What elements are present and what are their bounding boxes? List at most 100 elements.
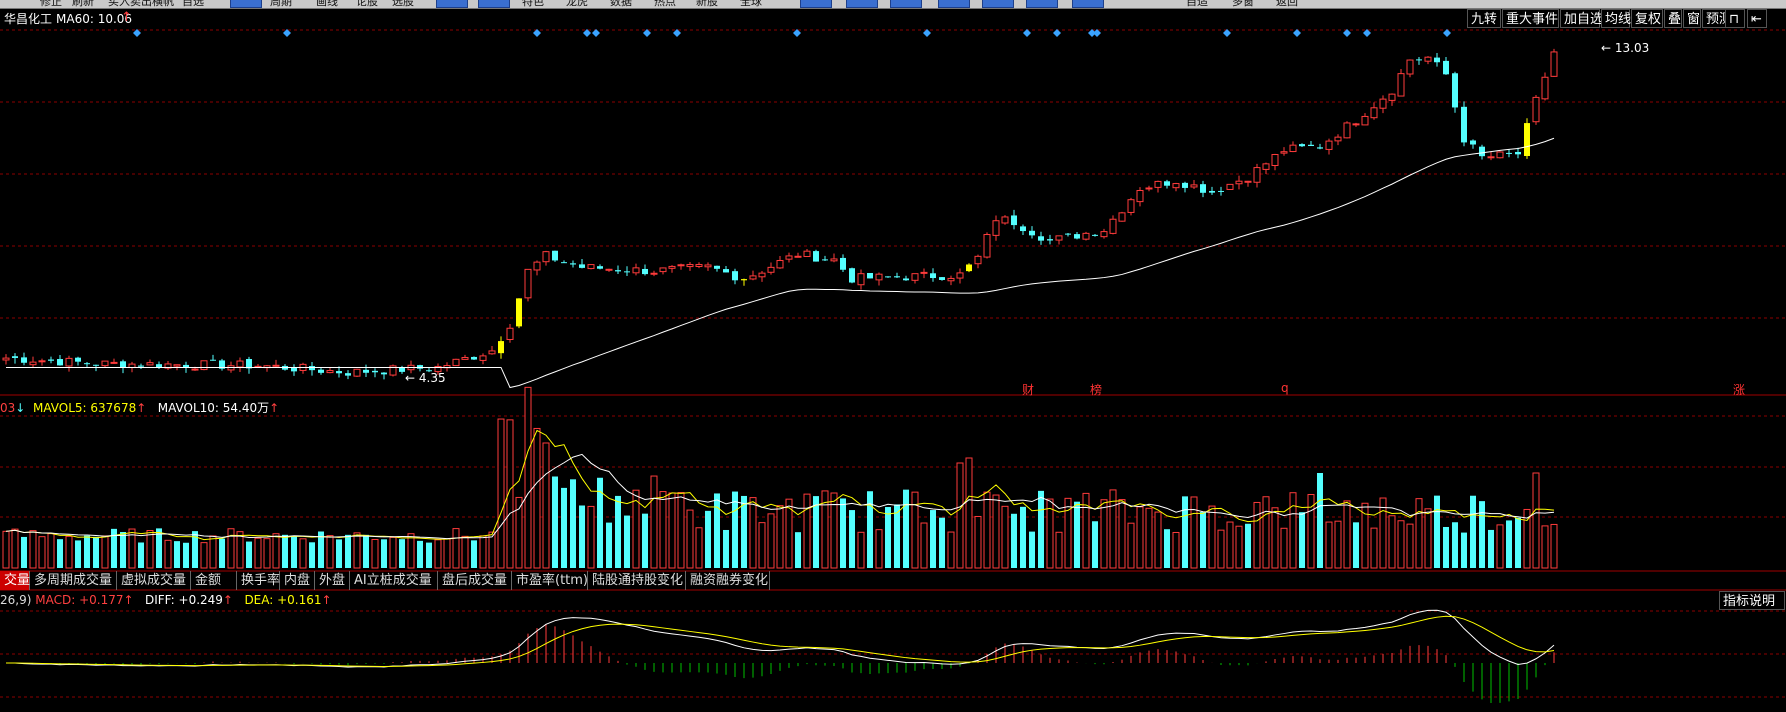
volume-bar (246, 541, 252, 568)
volume-bar (659, 491, 667, 569)
indicator-tab[interactable]: 外盘 (315, 571, 350, 590)
right-toolbar-button[interactable]: 加自选 (1560, 9, 1603, 28)
volume-bar (434, 539, 442, 569)
candle-body (488, 350, 496, 355)
candle-body (1280, 151, 1288, 154)
candle-body (1145, 187, 1153, 190)
event-marker-q[interactable]: q (1281, 381, 1289, 395)
candle-body (741, 279, 747, 281)
volume-bar (1541, 525, 1549, 569)
volume-bar (911, 491, 919, 569)
volume-bar (353, 532, 361, 569)
event-diamond-icon (1293, 29, 1301, 37)
volume-bar (956, 462, 964, 569)
low-price-label: ← 4.35 (405, 371, 446, 385)
volume-bar (1001, 505, 1009, 569)
volume-bar (1353, 522, 1359, 568)
lock-icon[interactable]: ⊓ (1725, 9, 1745, 28)
right-toolbar-button[interactable]: 窗 (1683, 9, 1701, 28)
indicator-tab[interactable]: 融资融券变化 (686, 571, 770, 590)
indicator-tab[interactable]: 虚拟成交量 (117, 571, 191, 590)
candle-body (624, 271, 630, 273)
volume-bar (695, 527, 703, 569)
volume-bar (795, 532, 801, 568)
candle-body (813, 251, 819, 262)
candle-body (506, 327, 514, 341)
volume-bar (219, 538, 225, 568)
volume-bar (587, 505, 595, 569)
volume-bar (299, 538, 307, 569)
volume-bar (939, 517, 945, 568)
indicator-tab[interactable]: AI立桩成交量 (350, 571, 438, 590)
candle-body (840, 257, 846, 270)
event-marker-ranking[interactable]: 榜 (1090, 381, 1102, 398)
indicator-tab[interactable]: 内盘 (280, 571, 315, 590)
indicator-tab[interactable]: 市盈率(ttm) (512, 571, 588, 590)
candle-body (84, 363, 90, 365)
right-toolbar-button[interactable]: 均线 (1601, 9, 1631, 28)
candle-body (695, 264, 703, 267)
volume-bar (533, 427, 541, 569)
indicator-tab[interactable]: 多周期成交量 (30, 571, 117, 590)
mavol5-label: MAVOL5: 637678 (32, 401, 137, 415)
right-toolbar-button[interactable]: 九转 (1467, 9, 1501, 28)
candle-body (1092, 234, 1098, 236)
candle-body (1397, 73, 1405, 97)
volume-bar (1145, 507, 1153, 569)
diff-line (5, 609, 1555, 668)
indicator-tab[interactable]: 交量 (0, 571, 30, 590)
volume-bar (1325, 521, 1333, 569)
indicator-tab[interactable]: 陆股通持股变化 (588, 571, 686, 590)
candle-body (146, 362, 154, 366)
volume-bar (776, 505, 784, 569)
volume-bar (767, 513, 775, 569)
volume-bar (1262, 496, 1270, 569)
volume-bar (1470, 495, 1476, 568)
indicator-tab[interactable]: 换手率 (237, 571, 280, 590)
right-toolbar-button[interactable]: 重大事件 (1502, 9, 1559, 28)
volume-prefix: 03 (0, 401, 16, 415)
indicator-tab[interactable]: 盘后成交量 (438, 571, 512, 590)
right-toolbar-button[interactable]: 复权 (1631, 9, 1663, 28)
volume-bar (885, 507, 891, 568)
candle-body (1055, 235, 1063, 241)
volume-bar (1020, 506, 1026, 568)
candle-body (1262, 163, 1270, 170)
volume-bar (615, 495, 621, 568)
event-marker-finance[interactable]: 财 (1022, 381, 1034, 398)
event-diamond-icon (1023, 29, 1031, 37)
candle-body (732, 271, 738, 281)
indicator-help-button[interactable]: 指标说明 (1719, 591, 1785, 610)
candle-body (524, 268, 532, 299)
right-toolbar-button[interactable]: 叠 (1664, 9, 1682, 28)
stock-name: 华昌化工 (4, 12, 53, 26)
macd-legend: 26,9) MACD: +0.177↑ DIFF: +0.249↑ DEA: +… (0, 593, 332, 607)
volume-bar (875, 529, 883, 569)
indicator-tab[interactable]: 金额 (191, 571, 237, 590)
event-marker-limit-up[interactable]: 涨 (1733, 381, 1745, 398)
volume-bar (1343, 500, 1351, 569)
candle-body (318, 369, 324, 373)
collapse-icon[interactable]: ⇤ (1747, 9, 1767, 28)
volume-bar (992, 494, 1000, 569)
candle-body (642, 268, 648, 275)
volume-bar (983, 491, 991, 569)
volume-bar (227, 528, 235, 569)
volume-bar (291, 535, 297, 568)
volume-bar (272, 533, 280, 569)
candle-body (857, 273, 865, 286)
volume-bar (542, 442, 550, 569)
candle-body (992, 220, 1000, 236)
candle-body (911, 273, 919, 281)
volume-bar (920, 522, 928, 569)
volume-bar (183, 542, 189, 568)
volume-bar (1379, 497, 1387, 569)
macd-label: MACD: +0.177 (35, 593, 124, 607)
candle-body (1074, 234, 1080, 239)
volume-bar (1506, 520, 1512, 568)
candle-body (966, 264, 972, 272)
candle-body (452, 358, 460, 367)
candle-body (1011, 215, 1017, 226)
volume-bar (1100, 499, 1108, 569)
candle-body (659, 267, 667, 273)
